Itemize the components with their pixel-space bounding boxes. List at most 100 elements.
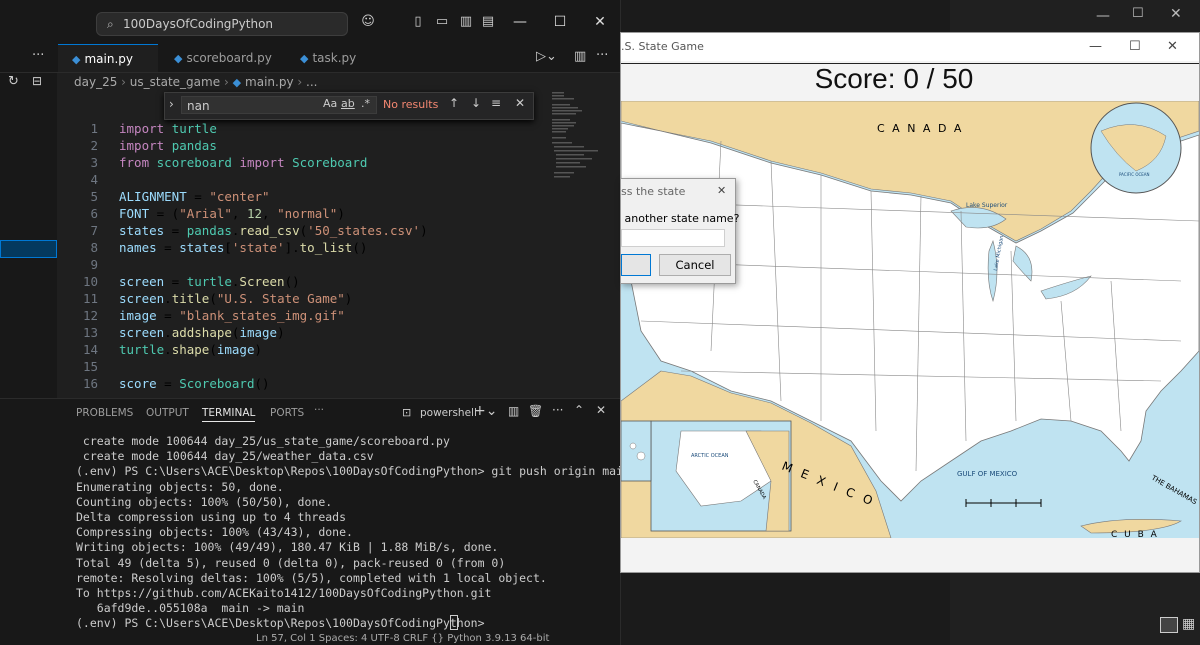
tab-output[interactable]: OUTPUT bbox=[146, 407, 189, 419]
grid-view-icon[interactable]: ▦ bbox=[1182, 616, 1195, 632]
terminal-line: Writing objects: 100% (49/49), 180.47 Ki… bbox=[76, 540, 499, 555]
find-result-count: No results bbox=[383, 98, 439, 111]
close-icon[interactable]: ✕ bbox=[596, 403, 606, 417]
tab-main-py[interactable]: ◆ main.py bbox=[58, 44, 158, 72]
more-actions-icon[interactable]: ··· bbox=[596, 48, 608, 63]
terminal-cursor bbox=[450, 615, 458, 630]
run-icon[interactable]: ▷⌄ bbox=[536, 49, 557, 64]
breadcrumb-item[interactable]: us_state_game bbox=[130, 75, 220, 89]
minimize-icon[interactable]: — bbox=[1089, 33, 1102, 61]
vscode-window: ⌕ 100DaysOfCodingPython ☺ ▯ ▭ ▥ ▤ — ☐ ✕ … bbox=[0, 0, 621, 645]
state-name-input[interactable] bbox=[621, 229, 725, 247]
code-line[interactable]: 5 ALIGNMENT = "center" bbox=[60, 188, 540, 205]
tab-ports[interactable]: PORTS bbox=[270, 407, 304, 419]
chevron-right-icon[interactable]: › bbox=[169, 97, 174, 111]
minimize-icon[interactable]: — bbox=[1096, 8, 1110, 24]
code-line[interactable]: 8 names = states['state'].to_list() bbox=[60, 239, 540, 256]
map-label-gulf: GULF OF MEXICO bbox=[957, 470, 1018, 478]
maximize-icon[interactable]: ☐ bbox=[550, 12, 570, 32]
whole-word-toggle[interactable]: ab bbox=[341, 97, 355, 110]
turtle-titlebar: .S. State Game — ☐ ✕ bbox=[621, 33, 1199, 61]
breadcrumb: day_25 › us_state_game › ◆ main.py › ... bbox=[74, 75, 318, 89]
layout-icon[interactable]: ▯ bbox=[410, 14, 426, 30]
collapse-icon[interactable]: ⊟ bbox=[32, 74, 42, 88]
line-number: 16 bbox=[82, 376, 98, 391]
panel-toggle-icon[interactable]: ▭ bbox=[434, 14, 450, 30]
more-actions-icon[interactable]: ··· bbox=[32, 48, 44, 63]
score-text: Score: 0 / 50 bbox=[814, 63, 974, 94]
terminal-line: remote: Resolving deltas: 100% (5/5), co… bbox=[76, 570, 547, 585]
editor-tabs: ··· ◆ main.py ◆ scoreboard.py ◆ task.py ▷⌄ … bbox=[0, 44, 620, 73]
ok-button[interactable] bbox=[621, 254, 651, 276]
code-line[interactable]: 15 bbox=[60, 358, 540, 375]
code-line[interactable]: 1 import turtle bbox=[60, 120, 540, 137]
code-line[interactable]: 3 from scoreboard import Scoreboard bbox=[60, 154, 540, 171]
terminal-output[interactable]: create mode 100644 day_25/us_state_game/… bbox=[76, 434, 621, 631]
trash-icon[interactable]: 🗑 bbox=[528, 404, 543, 418]
refresh-icon[interactable]: ↻ bbox=[8, 74, 19, 89]
find-in-selection-icon[interactable]: ≡ bbox=[491, 96, 501, 110]
terminal-line: (.env) PS C:\Users\ACE\Desktop\Repos\100… bbox=[76, 464, 621, 479]
code-line[interactable]: 13 screen.addshape(image) bbox=[60, 324, 540, 341]
selected-tree-item[interactable] bbox=[0, 240, 57, 258]
tab-task-py[interactable]: ◆ task.py bbox=[292, 44, 392, 72]
code-line[interactable]: 10 screen = turtle.Screen() bbox=[60, 273, 540, 290]
code-line[interactable]: 16 score = Scoreboard() bbox=[60, 375, 540, 392]
tab-label: main.py bbox=[84, 52, 133, 66]
code-text: import pandas bbox=[119, 138, 217, 153]
tab-problems[interactable]: PROBLEMS bbox=[76, 407, 133, 419]
new-terminal-icon[interactable]: +⌄ bbox=[474, 403, 497, 419]
tab-scoreboard-py[interactable]: ◆ scoreboard.py bbox=[166, 44, 288, 72]
close-icon[interactable]: ✕ bbox=[515, 96, 525, 110]
search-icon: ⌕ bbox=[107, 17, 114, 31]
minimize-icon[interactable]: — bbox=[510, 12, 530, 32]
close-icon[interactable]: ✕ bbox=[717, 184, 726, 197]
tab-terminal[interactable]: TERMINAL bbox=[202, 407, 256, 422]
secondary-sidebar-icon[interactable]: ▤ bbox=[480, 14, 496, 30]
code-text: import turtle bbox=[119, 121, 217, 136]
code-editor[interactable]: 1 import turtle 2 import pandas 3 from scoreb… bbox=[60, 120, 540, 392]
dialog-prompt: another state name? bbox=[621, 212, 740, 225]
more-actions-icon[interactable]: ··· bbox=[552, 403, 563, 417]
code-line[interactable]: 14 turtle.shape(image) bbox=[60, 341, 540, 358]
breadcrumb-item[interactable]: main.py bbox=[245, 75, 294, 89]
status-bar-text[interactable]: Ln 57, Col 1 Spaces: 4 UTF-8 CRLF {} Pyt… bbox=[256, 633, 549, 645]
line-number: 3 bbox=[90, 155, 98, 170]
minimap[interactable] bbox=[548, 90, 604, 220]
more-actions-icon[interactable]: ··· bbox=[314, 404, 324, 416]
code-text: screen.title("U.S. State Game") bbox=[119, 291, 353, 306]
split-terminal-icon[interactable]: ▥ bbox=[508, 404, 519, 418]
command-center[interactable]: ⌕ 100DaysOfCodingPython bbox=[96, 12, 348, 36]
map-label-pacific: PACIFIC OCEAN bbox=[1119, 172, 1150, 177]
map-label-arctic: ARCTIC OCEAN bbox=[691, 453, 729, 459]
code-line[interactable]: 2 import pandas bbox=[60, 137, 540, 154]
sidebar-toggle-icon[interactable]: ▥ bbox=[458, 14, 474, 30]
breadcrumb-item[interactable]: ... bbox=[306, 75, 317, 89]
code-line[interactable]: 4 bbox=[60, 171, 540, 188]
code-line[interactable]: 7 states = pandas.read_csv('50_states.csv… bbox=[60, 222, 540, 239]
match-case-toggle[interactable]: Aa bbox=[323, 97, 337, 110]
maximize-panel-icon[interactable]: ⌃ bbox=[574, 403, 584, 417]
maximize-icon[interactable]: ☐ bbox=[1132, 6, 1144, 21]
python-icon: ◆ bbox=[174, 52, 183, 65]
close-icon[interactable]: ✕ bbox=[1167, 33, 1178, 61]
terminal-line: Delta compression using up to 4 threads bbox=[76, 509, 347, 524]
cancel-button[interactable]: Cancel bbox=[659, 254, 731, 276]
code-line[interactable]: 12 image = "blank_states_img.gif" bbox=[60, 307, 540, 324]
split-editor-icon[interactable]: ▥ bbox=[574, 49, 586, 64]
close-icon[interactable]: ✕ bbox=[590, 12, 610, 32]
close-icon[interactable]: ✕ bbox=[1170, 6, 1182, 22]
breadcrumb-item[interactable]: day_25 bbox=[74, 75, 117, 89]
maximize-icon[interactable]: ☐ bbox=[1129, 33, 1141, 61]
terminal-line: create mode 100644 day_25/weather_data.c… bbox=[76, 449, 374, 464]
terminal-shell-label[interactable]: powershell bbox=[420, 407, 477, 419]
regex-toggle[interactable]: .* bbox=[361, 97, 370, 110]
previous-match-icon[interactable]: ↑ bbox=[449, 96, 459, 110]
command-center-label: 100DaysOfCodingPython bbox=[123, 17, 274, 31]
copilot-icon[interactable]: ☺ bbox=[360, 14, 376, 30]
code-line[interactable]: 6 FONT = ("Arial", 12, "normal") bbox=[60, 205, 540, 222]
view-toggle-icon[interactable] bbox=[1160, 617, 1178, 633]
code-line[interactable]: 9 bbox=[60, 256, 540, 273]
next-match-icon[interactable]: ↓ bbox=[471, 96, 481, 110]
code-line[interactable]: 11 screen.title("U.S. State Game") bbox=[60, 290, 540, 307]
